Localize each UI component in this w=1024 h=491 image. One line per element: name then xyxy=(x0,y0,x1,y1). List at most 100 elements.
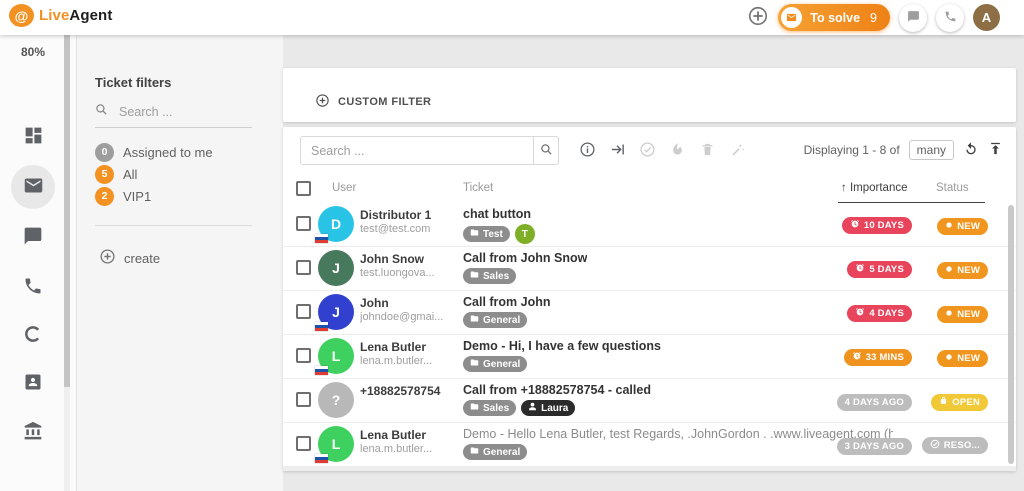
user-avatar[interactable]: A xyxy=(973,4,1000,31)
sidebar-item-social[interactable] xyxy=(11,313,55,357)
column-header-ticket[interactable]: Ticket xyxy=(463,182,493,194)
row-checkbox[interactable] xyxy=(296,392,311,407)
flame-icon xyxy=(670,142,685,160)
to-solve-button[interactable]: To solve 9 xyxy=(778,4,890,31)
merge-button[interactable] xyxy=(725,136,749,165)
importance-badge: 10 DAYS xyxy=(842,217,912,234)
row-ticket-subject[interactable]: chat button xyxy=(463,207,531,221)
dot-icon xyxy=(945,353,953,364)
envelope-icon xyxy=(23,175,44,199)
alarm-icon xyxy=(850,219,860,232)
forward-button[interactable] xyxy=(605,136,629,165)
folder-icon xyxy=(470,402,479,414)
table-scrollbar-horizontal[interactable] xyxy=(283,466,1016,471)
row-checkbox[interactable] xyxy=(296,216,311,231)
rail-scrollbar-thumb[interactable] xyxy=(64,35,70,387)
displaying-label: Displaying 1 - 8 of xyxy=(804,143,900,157)
row-checkbox[interactable] xyxy=(296,260,311,275)
ticket-filters-panel: Ticket filters 0 Assigned to me 5 All 2 … xyxy=(77,35,283,491)
filter-item-assigned-to-me[interactable]: 0 Assigned to me xyxy=(95,141,213,163)
dashboard-icon xyxy=(23,125,44,149)
to-solve-count: 9 xyxy=(870,11,877,25)
status-badge: NEW xyxy=(937,262,988,279)
row-ticket-subject[interactable]: Demo - Hello Lena Butler, test Regards, … xyxy=(463,427,893,441)
filter-item-label: VIP1 xyxy=(123,189,151,204)
sidebar-item-chats[interactable] xyxy=(11,215,55,259)
ticket-row[interactable]: L Lena Butler lena.m.butler... Demo - Hi… xyxy=(283,335,1016,379)
column-header-importance[interactable]: ↑ Importance xyxy=(841,182,907,194)
row-ticket-subject[interactable]: Demo - Hi, I have a few questions xyxy=(463,339,661,353)
sidebar-item-calls[interactable] xyxy=(11,265,55,309)
plus-circle-icon xyxy=(747,5,769,30)
plus-circle-icon xyxy=(99,248,116,268)
sidebar-item-contacts[interactable] xyxy=(11,361,55,405)
ticket-tag: Sales xyxy=(463,268,516,284)
filter-item-vip1[interactable]: 2 VIP1 xyxy=(95,185,213,207)
ticket-row[interactable]: J John johndoe@gmai... Call from John Ge… xyxy=(283,291,1016,335)
chats-header-button[interactable] xyxy=(899,4,927,32)
row-checkbox[interactable] xyxy=(296,348,311,363)
sidebar-item-dashboard[interactable] xyxy=(11,115,55,159)
logo-text: LiveAgent xyxy=(39,7,112,24)
search-button[interactable] xyxy=(533,136,559,165)
row-user-name: John Snow xyxy=(360,252,458,266)
arrow-to-top-icon xyxy=(988,141,1003,159)
filters-search xyxy=(95,103,252,128)
ticket-row[interactable]: J John Snow test.luongova... Call from J… xyxy=(283,247,1016,291)
sidebar-item-tickets[interactable] xyxy=(11,165,55,209)
custom-filter-button[interactable]: CUSTOM FILTER xyxy=(309,92,437,112)
header-actions: To solve 9 A xyxy=(747,4,1000,31)
count-button[interactable]: many xyxy=(909,140,954,160)
spam-button[interactable] xyxy=(665,136,689,165)
status-cell: NEW xyxy=(937,304,988,323)
ticket-row[interactable]: L Lena Butler lena.m.butler... Demo - He… xyxy=(283,423,1016,467)
filters-search-input[interactable] xyxy=(117,104,241,120)
info-icon xyxy=(579,141,596,161)
dot-icon xyxy=(945,221,953,232)
calls-header-button[interactable] xyxy=(936,4,964,32)
check-circle-icon xyxy=(639,141,656,161)
importance-cell: 3 DAYS AGO xyxy=(837,436,912,455)
row-ticket-subject[interactable]: Call from +18882578754 - called xyxy=(463,383,651,397)
ticket-tag: Laura xyxy=(521,400,575,416)
ticket-row[interactable]: ? +18882578754 Call from +18882578754 - … xyxy=(283,379,1016,423)
column-header-status[interactable]: Status xyxy=(936,182,969,194)
table-scrollbar-vertical[interactable] xyxy=(1008,205,1014,464)
bulk-actions xyxy=(575,136,749,165)
delete-button[interactable] xyxy=(695,136,719,165)
importance-cell: 10 DAYS xyxy=(842,216,912,234)
row-checkbox[interactable] xyxy=(296,436,311,451)
row-checkbox[interactable] xyxy=(296,304,311,319)
column-header-user[interactable]: User xyxy=(332,182,356,194)
add-new-button[interactable] xyxy=(747,5,769,30)
row-user-email: johndoe@gmai... xyxy=(360,311,458,323)
resolve-button[interactable] xyxy=(635,136,659,165)
country-flag-icon xyxy=(315,454,328,463)
forward-arrow-icon xyxy=(609,141,626,161)
refresh-button[interactable] xyxy=(963,141,979,160)
filters-title: Ticket filters xyxy=(95,75,171,90)
row-ticket-subject[interactable]: Call from John Snow xyxy=(463,251,587,265)
phone-icon xyxy=(23,276,43,299)
table-header: User Ticket ↑ Importance Status xyxy=(283,175,1016,204)
ticket-row[interactable]: D Distributor 1 test@test.com chat butto… xyxy=(283,203,1016,247)
main-content: CUSTOM FILTER Displaying 1 - 8 of many xyxy=(283,35,1024,491)
info-button[interactable] xyxy=(575,136,599,165)
custom-filter-label: CUSTOM FILTER xyxy=(338,96,431,108)
chat-bubble-icon xyxy=(23,226,43,249)
phone-icon xyxy=(944,10,957,26)
scroll-top-button[interactable] xyxy=(988,141,1003,159)
sidebar-item-company[interactable] xyxy=(11,410,55,454)
filter-item-all[interactable]: 5 All xyxy=(95,163,213,185)
importance-badge: 3 DAYS AGO xyxy=(837,438,912,455)
row-ticket-subject[interactable]: Call from John xyxy=(463,295,551,309)
row-avatar: L xyxy=(318,338,354,374)
to-solve-label: To solve xyxy=(810,11,860,25)
select-all-checkbox[interactable] xyxy=(296,181,311,196)
create-filter-button[interactable]: create xyxy=(93,247,166,269)
search-icon xyxy=(540,143,553,159)
ticket-tag: Sales xyxy=(463,400,516,416)
ticket-tag: Test xyxy=(463,226,510,242)
ticket-tag: General xyxy=(463,356,527,372)
ticket-search-input[interactable] xyxy=(300,136,533,165)
